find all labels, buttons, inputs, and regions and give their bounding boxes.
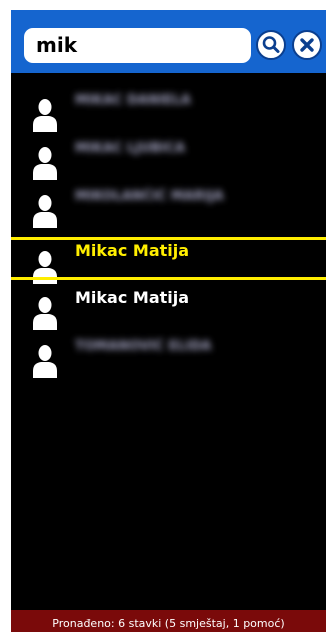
search-button[interactable] [256, 30, 286, 60]
search-input[interactable]: mik [24, 28, 251, 63]
user-icon [33, 345, 57, 378]
search-query-text: mik [36, 33, 77, 57]
close-x-icon [300, 38, 314, 52]
result-row[interactable]: Mikac Matija [11, 282, 326, 330]
result-name: Mikac Matija [75, 288, 190, 307]
clear-button[interactable] [292, 30, 322, 60]
status-bar: Pronađeno: 6 stavki (5 smještaj, 1 pomoć… [11, 610, 326, 632]
result-row[interactable]: MIKAC LJUBICA [11, 132, 326, 180]
search-panel: mik MIKAC DANIELA MIKAC LJUBICA MIKOLANČ… [11, 10, 326, 632]
result-row[interactable]: TOMANOVIĆ ELIDA [11, 330, 326, 378]
search-header: mik [11, 10, 326, 73]
result-name: TOMANOVIĆ ELIDA [75, 339, 212, 354]
result-name: MIKAC LJUBICA [75, 141, 185, 156]
user-icon [33, 297, 57, 330]
user-icon [33, 195, 57, 228]
result-row[interactable]: MIKOLANČIĆ MARIJA [11, 180, 326, 228]
result-row[interactable]: MIKAC DANIELA [11, 84, 326, 132]
selection-bottom-line [11, 277, 326, 280]
result-name: Mikac Matija [75, 241, 190, 260]
user-icon [33, 99, 57, 132]
result-count-text: Pronađeno: 6 stavki (5 smještaj, 1 pomoć… [52, 617, 285, 630]
result-name: MIKOLANČIĆ MARIJA [75, 189, 224, 204]
result-name: MIKAC DANIELA [75, 93, 191, 108]
user-icon [33, 147, 57, 180]
magnifier-icon [262, 36, 280, 53]
